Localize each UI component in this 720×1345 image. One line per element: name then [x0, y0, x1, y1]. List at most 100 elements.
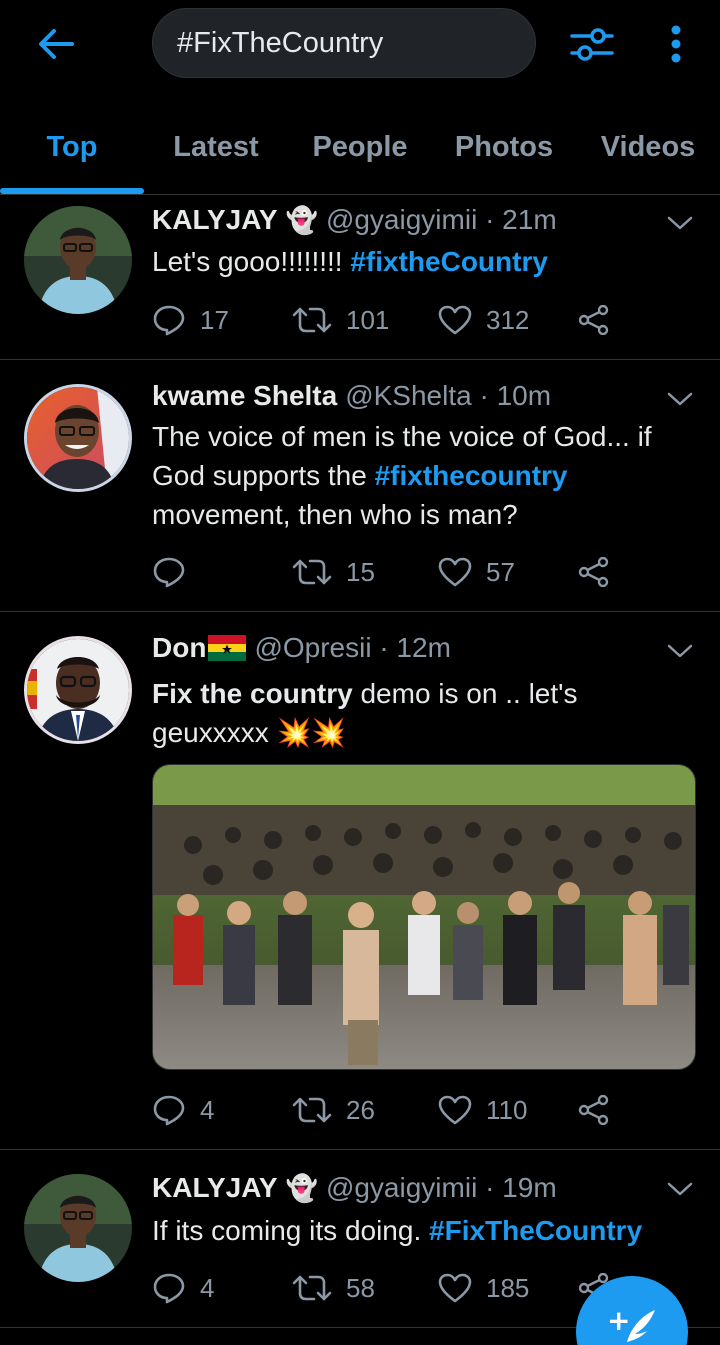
like-count: 312	[486, 304, 530, 335]
collision-emoji-icon: 💥💥	[276, 717, 347, 748]
tweet-menu-button[interactable]	[662, 208, 698, 238]
retweet-icon	[292, 1275, 332, 1301]
chevron-down-icon	[667, 1182, 693, 1196]
reply-button[interactable]	[152, 550, 200, 594]
filter-sliders-icon	[570, 28, 614, 61]
filter-button[interactable]	[566, 22, 618, 66]
tab-photos[interactable]: Photos	[432, 100, 576, 194]
share-icon	[578, 557, 609, 587]
tweet-header: Don @Opresii · 12m	[152, 632, 451, 664]
handle-and-time: @Opresii · 12m	[254, 632, 451, 663]
top-bar: #FixTheCountry	[0, 0, 720, 90]
ghost-emoji-icon: 👻	[285, 1172, 318, 1203]
tab-latest[interactable]: Latest	[144, 100, 288, 194]
heart-icon	[438, 305, 472, 335]
retweet-icon	[292, 1097, 332, 1123]
hashtag-link[interactable]: #fixthecountry	[375, 460, 568, 491]
display-name[interactable]: KALYJAY	[152, 1172, 278, 1204]
tweet-actions: 4 26 110	[152, 1088, 622, 1132]
compose-feather-icon: +	[607, 1306, 655, 1342]
like-count: 185	[486, 1272, 530, 1303]
tweet[interactable]: KALYJAY 👻 @gyaigyimii · 21m Let's gooo!!…	[0, 196, 720, 360]
svg-text:+: +	[607, 1306, 630, 1337]
chevron-down-icon	[667, 392, 693, 406]
heart-icon	[438, 1095, 472, 1125]
display-name[interactable]: KALYJAY	[152, 204, 278, 236]
share-icon	[578, 1095, 609, 1125]
ghost-emoji-icon: 👻	[285, 204, 318, 235]
more-options-button[interactable]	[656, 22, 696, 66]
tweet-body-text: Let's gooo!!!!!!!!	[152, 246, 351, 277]
like-button[interactable]: 57	[438, 550, 515, 594]
like-button[interactable]: 312	[438, 298, 529, 342]
chevron-down-icon	[667, 644, 693, 658]
tweet-text: The voice of men is the voice of God... …	[152, 417, 697, 534]
retweet-count: 58	[346, 1272, 375, 1303]
heart-icon	[438, 1273, 472, 1303]
reply-icon	[153, 1273, 185, 1304]
reply-count: 4	[200, 1272, 215, 1303]
more-vertical-icon	[671, 25, 681, 63]
tweet-actions: 15 57	[152, 550, 622, 594]
reply-button[interactable]: 4	[152, 1266, 214, 1310]
back-button[interactable]	[32, 22, 80, 66]
share-button[interactable]	[578, 298, 624, 342]
tab-people[interactable]: People	[288, 100, 432, 194]
tweet-text: If its coming its doing. #FixTheCountry	[152, 1211, 697, 1250]
avatar[interactable]	[24, 206, 132, 314]
tab-videos[interactable]: Videos	[576, 100, 720, 194]
chevron-down-icon	[667, 216, 693, 230]
arrow-left-icon	[39, 29, 74, 59]
retweet-icon	[292, 307, 332, 333]
display-name[interactable]: kwame Shelta	[152, 380, 337, 412]
reply-count: 4	[200, 1094, 215, 1125]
retweet-button[interactable]: 101	[292, 298, 389, 342]
hashtag-link[interactable]: #fixtheCountry	[350, 246, 548, 277]
reply-count: 17	[200, 304, 229, 335]
retweet-count: 15	[346, 556, 375, 587]
reply-icon	[153, 557, 185, 588]
heart-icon	[438, 557, 472, 587]
tweet-header: KALYJAY 👻 @gyaigyimii · 19m	[152, 1172, 557, 1204]
reply-button[interactable]: 4	[152, 1088, 214, 1132]
tweet-text: Let's gooo!!!!!!!! #fixtheCountry	[152, 242, 697, 281]
like-button[interactable]: 185	[438, 1266, 529, 1310]
tweet-header: KALYJAY 👻 @gyaigyimii · 21m	[152, 204, 557, 236]
reply-button[interactable]: 17	[152, 298, 229, 342]
retweet-button[interactable]: 26	[292, 1088, 375, 1132]
tweet[interactable]: Don @Opresii · 12m Fix the country demo …	[0, 612, 720, 1150]
share-button[interactable]	[578, 550, 624, 594]
avatar[interactable]	[24, 1174, 132, 1282]
like-button[interactable]: 110	[438, 1088, 527, 1132]
share-icon	[578, 305, 609, 335]
search-tabs: Top Latest People Photos Videos	[0, 100, 720, 195]
hashtag-link[interactable]: #FixTheCountry	[429, 1215, 642, 1246]
tab-top[interactable]: Top	[0, 100, 144, 194]
search-query: #FixTheCountry	[177, 26, 384, 59]
tweet-actions: 4 58 185	[152, 1266, 622, 1310]
search-input[interactable]: #FixTheCountry	[152, 8, 536, 78]
display-name[interactable]: Don	[152, 632, 206, 664]
retweet-icon	[292, 559, 332, 585]
retweet-count: 101	[346, 304, 390, 335]
handle-and-time: @gyaigyimii · 21m	[325, 204, 557, 235]
tweet-body-text: If its coming its doing.	[152, 1215, 430, 1246]
tweet-menu-button[interactable]	[662, 1174, 698, 1204]
reply-icon	[153, 305, 185, 336]
reply-icon	[153, 1095, 185, 1126]
tweet-body-text: movement, then who is man?	[152, 499, 518, 530]
avatar[interactable]	[24, 636, 132, 744]
like-count: 110	[486, 1094, 528, 1125]
tweet-menu-button[interactable]	[662, 636, 698, 666]
tweet-menu-button[interactable]	[662, 384, 698, 414]
like-count: 57	[486, 556, 515, 587]
share-button[interactable]	[578, 1088, 624, 1132]
handle-and-time: @KShelta · 10m	[345, 380, 552, 411]
retweet-button[interactable]: 58	[292, 1266, 375, 1310]
tweet-bold-text: Fix the country	[152, 678, 353, 709]
avatar[interactable]	[24, 384, 132, 492]
crowd-running-photo[interactable]	[152, 764, 696, 1070]
retweet-button[interactable]: 15	[292, 550, 375, 594]
tweet[interactable]: kwame Shelta @KShelta · 10m The voice of…	[0, 360, 720, 612]
tweet-actions: 17 101 312	[152, 298, 622, 342]
